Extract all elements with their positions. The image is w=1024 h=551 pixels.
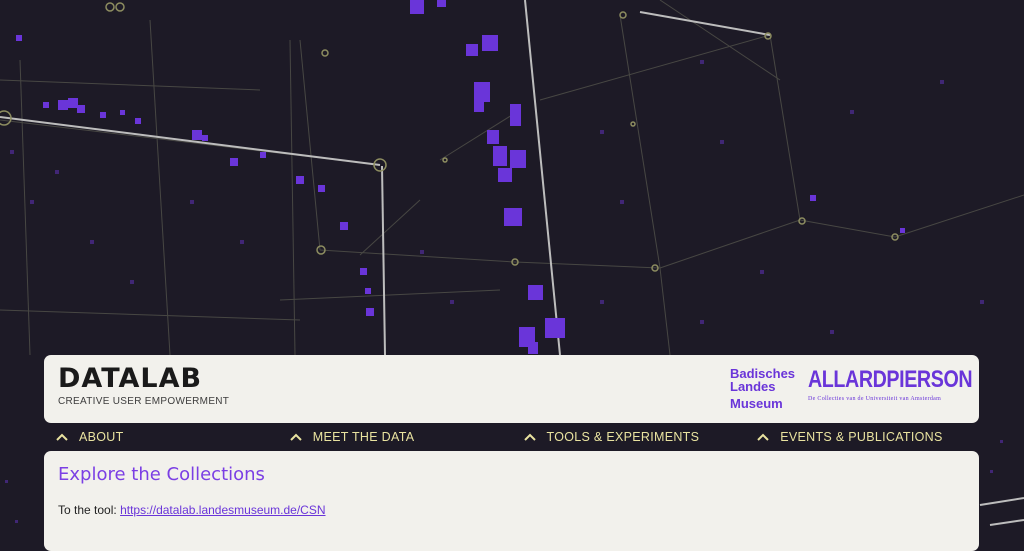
badisches-landesmuseum-logo[interactable]: Badisches Landes Museum — [730, 367, 800, 410]
site-header: DATALAB CREATIVE USER EMPOWERMENT Badisc… — [44, 355, 979, 423]
tool-link[interactable]: https://datalab.landesmuseum.de/CSN — [120, 503, 325, 517]
nav-item-events-publications[interactable]: EVENTS & PUBLICATIONS — [745, 426, 979, 448]
chevron-up-icon — [523, 433, 536, 441]
nav-item-meet-the-data[interactable]: MEET THE DATA — [278, 426, 512, 448]
allard-pierson-logo[interactable]: ALLARDPIERSON De Collecties van de Unive… — [808, 366, 973, 403]
chevron-up-icon — [290, 433, 302, 441]
nav-label: MEET THE DATA — [312, 430, 415, 444]
main-nav: ABOUT MEET THE DATA TOOLS & EXPERIMENTS … — [44, 426, 979, 448]
logo-tagline: De Collecties van de Universiteit van Am… — [808, 396, 942, 402]
nav-label: ABOUT — [79, 430, 124, 444]
nav-label: EVENTS & PUBLICATIONS — [780, 430, 943, 444]
site-title[interactable]: DATALAB — [58, 364, 202, 394]
logo-line: Museum — [730, 396, 783, 411]
nav-label: TOOLS & EXPERIMENTS — [546, 430, 700, 444]
tool-link-prefix: To the tool: — [58, 503, 117, 517]
chevron-up-icon — [56, 433, 68, 441]
nav-item-tools-experiments[interactable]: TOOLS & EXPERIMENTS — [512, 426, 746, 448]
logo-line: Landes — [730, 379, 776, 394]
chevron-up-icon — [757, 433, 769, 441]
tool-link-line: To the tool: https://datalab.landesmuseu… — [58, 503, 326, 517]
nav-item-about[interactable]: ABOUT — [44, 426, 278, 448]
content-panel: Explore the Collections To the tool: htt… — [44, 451, 979, 551]
content-title: Explore the Collections — [58, 464, 265, 485]
site-subtitle: CREATIVE USER EMPOWERMENT — [58, 396, 230, 407]
logo-wordmark: ALLARDPIERSON — [808, 366, 973, 393]
